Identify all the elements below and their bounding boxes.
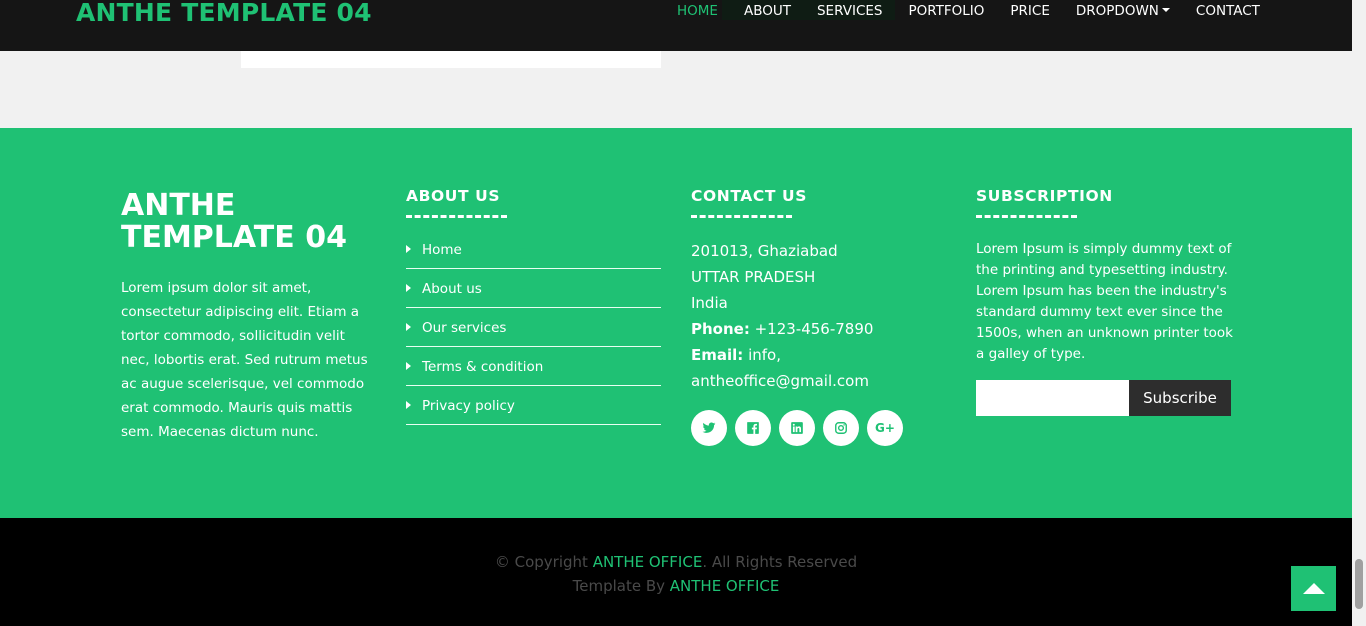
menu-item-services[interactable]: SERVICES (817, 3, 882, 19)
copyright: © Copyright ANTHE OFFICE. All Rights Res… (0, 550, 1352, 598)
address-line-1: 201013, Ghaziabad (691, 242, 838, 260)
copyright-brand-link[interactable]: ANTHE OFFICE (593, 553, 703, 571)
caret-right-icon (406, 323, 411, 331)
email-value-part2[interactable]: antheoffice@gmail.com (691, 368, 951, 394)
phone-label: Phone: (691, 320, 750, 338)
instagram-icon[interactable] (823, 410, 859, 446)
content-card-bottom (241, 51, 661, 68)
twitter-icon[interactable] (691, 410, 727, 446)
subscription-heading: SUBSCRIPTION (976, 187, 1113, 205)
linkedin-icon[interactable] (779, 410, 815, 446)
footer-brand: ANTHE TEMPLATE 04 (121, 188, 347, 255)
menu-item-price[interactable]: PRICE (1010, 3, 1049, 19)
address-line-3: India (691, 294, 728, 312)
email-line: Email: info, (691, 342, 951, 368)
footer-link-our-services[interactable]: Our services (406, 308, 661, 347)
menu-item-dropdown-label: DROPDOWN (1075, 3, 1159, 19)
google-plus-label: G+ (875, 421, 895, 435)
about-links-list: Home About us Our services Terms & condi… (406, 230, 661, 425)
heading-dashed-underline (691, 215, 792, 218)
google-plus-icon[interactable]: G+ (867, 410, 903, 446)
caret-right-icon (406, 401, 411, 409)
menu-item-about[interactable]: ABOUT (744, 3, 791, 19)
page-scrollbar[interactable] (1352, 0, 1366, 626)
subscribe-email-input[interactable] (976, 380, 1129, 416)
top-navbar: ANTHE TEMPLATE 04 HOME ABOUT SERVICES PO… (0, 0, 1352, 51)
footer-about-text: Lorem ipsum dolor sit amet, consectetur … (121, 280, 368, 440)
footer-link-home[interactable]: Home (406, 230, 661, 269)
footer-link-about-us[interactable]: About us (406, 269, 661, 308)
scrollbar-thumb[interactable] (1355, 559, 1363, 609)
footer-link-label: Terms & condition (422, 359, 544, 375)
subscription-text: Lorem Ipsum is simply dummy text of the … (976, 241, 1233, 362)
caret-down-icon (1161, 7, 1170, 12)
scroll-to-top-button[interactable] (1291, 566, 1336, 611)
footer-link-label: Our services (422, 320, 507, 336)
copyright-line: © Copyright ANTHE OFFICE. All Rights Res… (0, 550, 1352, 574)
menu-item-dropdown[interactable]: DROPDOWN (1076, 3, 1170, 19)
template-prefix: Template By (572, 577, 670, 595)
copyright-suffix: . All Rights Reserved (702, 553, 858, 571)
footer-link-privacy[interactable]: Privacy policy (406, 386, 661, 425)
bottom-bar: © Copyright ANTHE OFFICE. All Rights Res… (0, 518, 1352, 626)
caret-right-icon (406, 245, 411, 253)
address-line-2: UTTAR PRADESH (691, 268, 816, 286)
email-value-part1[interactable]: info, (748, 346, 781, 364)
copyright-prefix: © Copyright (494, 553, 593, 571)
email-label: Email: (691, 346, 744, 364)
heading-dashed-underline (406, 215, 507, 218)
caret-right-icon (406, 362, 411, 370)
template-brand-link[interactable]: ANTHE OFFICE (670, 577, 780, 595)
main-menu: HOME ABOUT SERVICES PORTFOLIO PRICE DROP… (677, 3, 1286, 19)
arrow-up-icon (1302, 583, 1325, 594)
caret-right-icon (406, 284, 411, 292)
menu-item-portfolio[interactable]: PORTFOLIO (908, 3, 984, 19)
social-links: G+ (691, 410, 911, 446)
footer-link-terms[interactable]: Terms & condition (406, 347, 661, 386)
contact-details: 201013, Ghaziabad UTTAR PRADESH India Ph… (691, 238, 951, 394)
menu-item-home[interactable]: HOME (677, 3, 718, 19)
about-us-heading: ABOUT US (406, 187, 501, 205)
footer-link-label: Home (422, 242, 462, 258)
contact-us-heading: CONTACT US (691, 187, 807, 205)
footer-link-label: Privacy policy (422, 398, 515, 414)
subscribe-button[interactable]: Subscribe (1129, 380, 1231, 416)
heading-dashed-underline (976, 215, 1077, 218)
navbar-brand[interactable]: ANTHE TEMPLATE 04 (76, 0, 372, 27)
phone-line: Phone: +123-456-7890 (691, 316, 951, 342)
footer: ANTHE TEMPLATE 04 Lorem ipsum dolor sit … (0, 128, 1352, 518)
template-credit-line: Template By ANTHE OFFICE (0, 574, 1352, 598)
phone-value[interactable]: +123-456-7890 (755, 320, 874, 338)
menu-item-contact[interactable]: CONTACT (1196, 3, 1260, 19)
footer-link-label: About us (422, 281, 482, 297)
facebook-icon[interactable] (735, 410, 771, 446)
